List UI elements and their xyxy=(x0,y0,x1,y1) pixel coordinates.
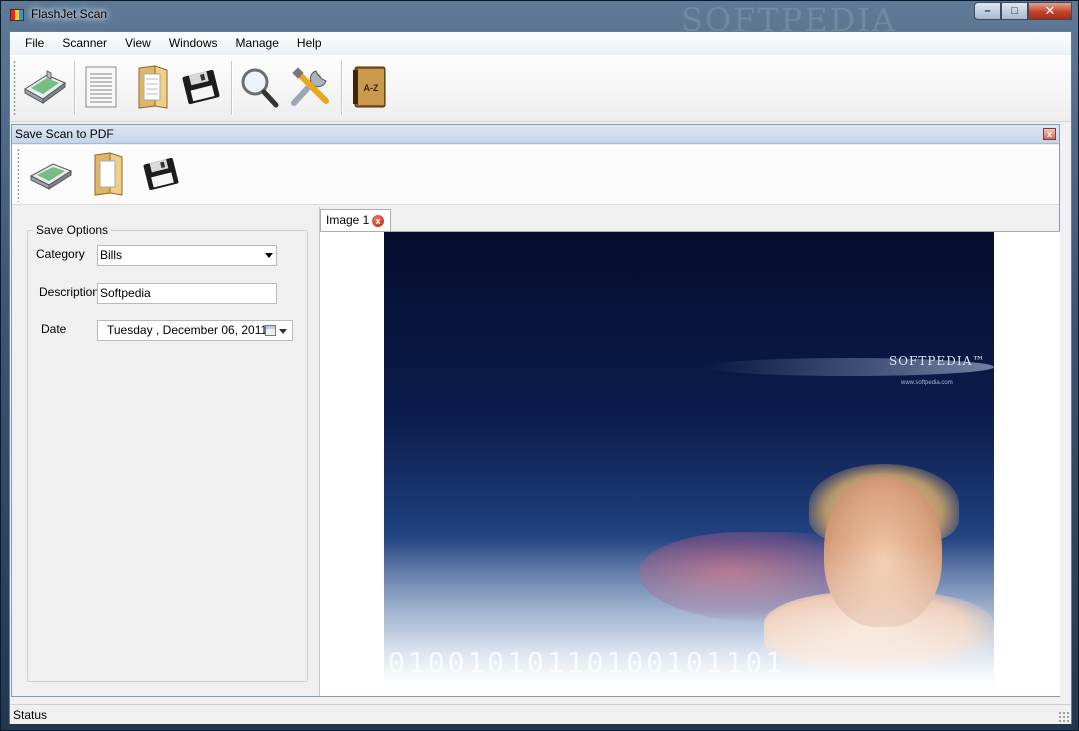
document-button[interactable] xyxy=(76,62,126,112)
save-options-panel: Save Options Category Bills Description … xyxy=(12,207,317,696)
settings-button[interactable] xyxy=(286,62,336,112)
child-title-bar[interactable]: Save Scan to PDF x xyxy=(12,125,1059,144)
close-button[interactable]: ✕ xyxy=(1028,2,1072,20)
menu-help[interactable]: Help xyxy=(288,32,331,54)
save-button[interactable] xyxy=(136,151,186,197)
tab-label: Image 1 xyxy=(326,213,370,227)
app-icon[interactable] xyxy=(10,9,24,21)
tab-image-1[interactable]: Image 1 x xyxy=(320,209,391,231)
scanner-icon xyxy=(24,70,66,104)
main-toolbar: A-Z xyxy=(10,55,1071,122)
date-label: Date xyxy=(41,322,67,336)
description-label: Description xyxy=(39,285,100,299)
scanner-icon xyxy=(29,163,73,190)
close-icon[interactable]: x xyxy=(372,215,384,227)
child-close-button[interactable]: x xyxy=(1043,128,1056,140)
save-disk-icon xyxy=(143,157,179,191)
menu-manage[interactable]: Manage xyxy=(227,32,288,54)
category-select[interactable]: Bills xyxy=(97,245,277,266)
open-folder-button[interactable] xyxy=(128,62,178,112)
menu-scanner[interactable]: Scanner xyxy=(53,32,116,54)
menu-file[interactable]: File xyxy=(16,32,53,54)
address-book-icon: A-Z xyxy=(353,66,386,108)
search-button[interactable] xyxy=(234,62,284,112)
document-icon xyxy=(85,66,117,108)
child-toolbar xyxy=(12,145,1059,205)
magnifier-icon xyxy=(241,68,279,108)
image-brand-text: SOFTPEDIA™ xyxy=(889,354,986,368)
toolbar-separator xyxy=(341,61,343,115)
description-field[interactable]: Softpedia xyxy=(97,283,277,304)
window-controls: – □ ✕ xyxy=(974,2,1072,20)
application-window: FlashJet Scan SOFTPEDIA – □ ✕ File Scann… xyxy=(0,0,1079,731)
minimize-button[interactable]: – xyxy=(974,2,1001,20)
menu-windows[interactable]: Windows xyxy=(160,32,227,54)
chevron-down-icon[interactable] xyxy=(265,253,273,258)
window-title: FlashJet Scan xyxy=(31,7,108,21)
menu-bar: File Scanner View Windows Manage Help xyxy=(10,32,1071,54)
maximize-button[interactable]: □ xyxy=(1001,2,1028,20)
title-bar[interactable]: FlashJet Scan SOFTPEDIA – □ ✕ xyxy=(1,1,1078,39)
date-day[interactable]: Tuesday xyxy=(107,321,153,340)
date-picker[interactable]: Tuesday , December 06, 2011 xyxy=(97,320,293,341)
tab-page-image-1: SOFTPEDIA™ www.softpedia.com 01001010110… xyxy=(320,231,1060,696)
status-text: Status xyxy=(13,708,48,722)
status-bar: Status xyxy=(10,704,1071,724)
scan-button[interactable] xyxy=(26,151,76,197)
address-book-label: A-Z xyxy=(364,83,379,93)
scan-button[interactable] xyxy=(20,62,70,112)
binary-digits: 01001010110100101101 xyxy=(388,646,786,679)
chevron-down-icon[interactable] xyxy=(279,329,287,334)
resize-grip-icon[interactable] xyxy=(1058,711,1069,722)
tools-icon xyxy=(291,67,329,106)
image-tab-area: Image 1 x SOFTPEDIA™ www.softpedia.com 0… xyxy=(319,207,1060,696)
save-scan-window: Save Scan to PDF x Save Options Category… xyxy=(11,124,1060,697)
save-options-legend: Save Options xyxy=(33,223,112,237)
toolbar-grip[interactable] xyxy=(13,60,16,116)
scanned-image: SOFTPEDIA™ www.softpedia.com 01001010110… xyxy=(384,232,994,689)
calendar-icon[interactable] xyxy=(265,325,276,336)
toolbar-grip[interactable] xyxy=(17,148,20,202)
folder-icon xyxy=(94,152,123,196)
address-book-button[interactable]: A-Z xyxy=(344,62,394,112)
image-url-text: www.softpedia.com xyxy=(901,380,953,386)
category-value: Bills xyxy=(100,248,123,262)
folder-icon xyxy=(138,65,168,109)
date-value[interactable]: , December 06, 2011 xyxy=(156,321,267,340)
category-label: Category xyxy=(36,247,85,261)
save-button[interactable] xyxy=(176,62,226,112)
menu-view[interactable]: View xyxy=(116,32,160,54)
client-area: File Scanner View Windows Manage Help A-… xyxy=(9,31,1072,724)
save-disk-icon xyxy=(182,69,220,105)
child-window-title: Save Scan to PDF xyxy=(15,127,114,141)
toolbar-separator xyxy=(231,61,233,115)
open-folder-button[interactable] xyxy=(84,151,134,197)
